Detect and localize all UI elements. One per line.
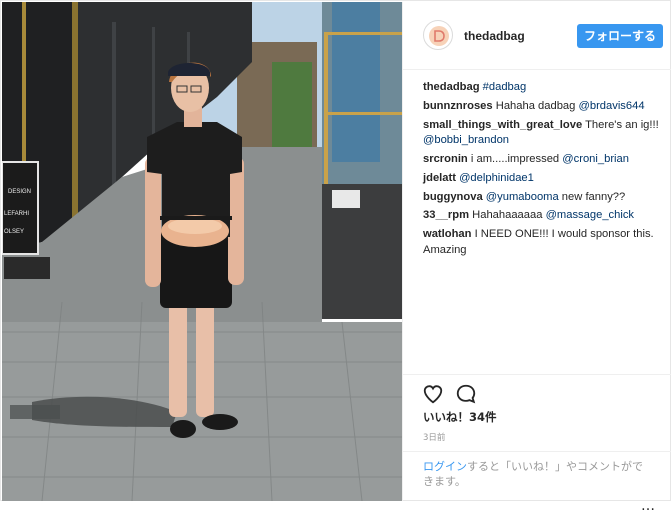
login-link[interactable]: ログイン	[423, 460, 467, 473]
comment-mention-link[interactable]: @croni_brian	[562, 153, 629, 165]
comment-text: i am.....impressed	[470, 152, 563, 165]
comment-text-after: new fanny??	[558, 190, 626, 203]
follow-button[interactable]: フォローする	[577, 24, 663, 48]
comment-row: jdelatt @delphinidae1	[423, 171, 663, 187]
comment-row: buggynova @yumabooma new fanny??	[423, 190, 663, 206]
divider	[403, 451, 671, 452]
header-username[interactable]: thedadbag	[464, 29, 525, 43]
comment-mention-link[interactable]: @bobbi_brandon	[423, 134, 509, 146]
like-count: いいね！34件	[423, 410, 497, 424]
comment-username[interactable]: srcronin	[423, 153, 468, 165]
comment-text: There's an ig!!!	[585, 118, 659, 131]
post-timestamp: 3日前	[423, 433, 446, 443]
more-options-button[interactable]: …	[641, 498, 656, 514]
instagram-embed: DESIGN LEFARHI OLSEY thedadbag フォローする th…	[0, 0, 671, 514]
comment-username[interactable]: thedadbag	[423, 81, 480, 93]
comment-username[interactable]: watlohan	[423, 228, 471, 240]
comment-username[interactable]: buggynova	[423, 191, 483, 203]
comment-row: watlohan I NEED ONE!!! I would sponsor t…	[423, 227, 663, 258]
dadbag-logo-icon	[429, 26, 449, 46]
comment-row: 33__rpm Hahahaaaaaa @massage_chick	[423, 208, 663, 224]
comment-list: thedadbag #dadbag bunnznroses Hahaha dadb…	[423, 80, 663, 261]
post-header: thedadbag フォローする	[403, 2, 671, 70]
comment-mention-link[interactable]: @delphinidae1	[459, 172, 534, 184]
comment-username[interactable]: jdelatt	[423, 172, 456, 184]
comment-text: Hahaha dadbag	[495, 99, 579, 112]
comment-mention-link[interactable]: @brdavis644	[578, 100, 644, 112]
comment-username[interactable]: 33__rpm	[423, 209, 469, 221]
comment-mention-link[interactable]: @yumabooma	[486, 191, 559, 203]
comment-text: Hahahaaaaaa	[472, 209, 546, 222]
post-actions: いいね！34件 3日前 ログインすると「いいね！」やコメントができます。 …	[403, 374, 671, 514]
avatar[interactable]	[423, 20, 453, 50]
sign-line-1: DESIGN	[8, 189, 31, 195]
comment-row: srcronin i am.....impressed @croni_brian	[423, 152, 663, 168]
comment-mention-link[interactable]: #dadbag	[483, 81, 527, 93]
comment-row: small_things_with_great_love There's an …	[423, 118, 663, 149]
comment-username[interactable]: bunnznroses	[423, 100, 493, 112]
like-button[interactable]	[422, 383, 444, 405]
comment-button[interactable]	[455, 383, 477, 405]
comment-bubble-icon	[456, 384, 476, 404]
post-photo[interactable]: DESIGN LEFARHI OLSEY	[2, 2, 402, 501]
comment-row: bunnznroses Hahaha dadbag @brdavis644	[423, 99, 663, 115]
heart-icon	[423, 385, 443, 404]
post-sidebar: thedadbag フォローする thedadbag #dadbag bunnzn…	[402, 2, 671, 514]
comment-username[interactable]: small_things_with_great_love	[423, 119, 582, 131]
login-prompt: ログインすると「いいね！」やコメントができます。	[423, 459, 648, 489]
photo-illustration: DESIGN LEFARHI OLSEY	[2, 2, 402, 501]
comment-mention-link[interactable]: @massage_chick	[546, 209, 634, 221]
sign-line-3: OLSEY	[4, 229, 24, 235]
sign-line-2: LEFARHI	[4, 211, 29, 217]
comment-row: thedadbag #dadbag	[423, 80, 663, 96]
